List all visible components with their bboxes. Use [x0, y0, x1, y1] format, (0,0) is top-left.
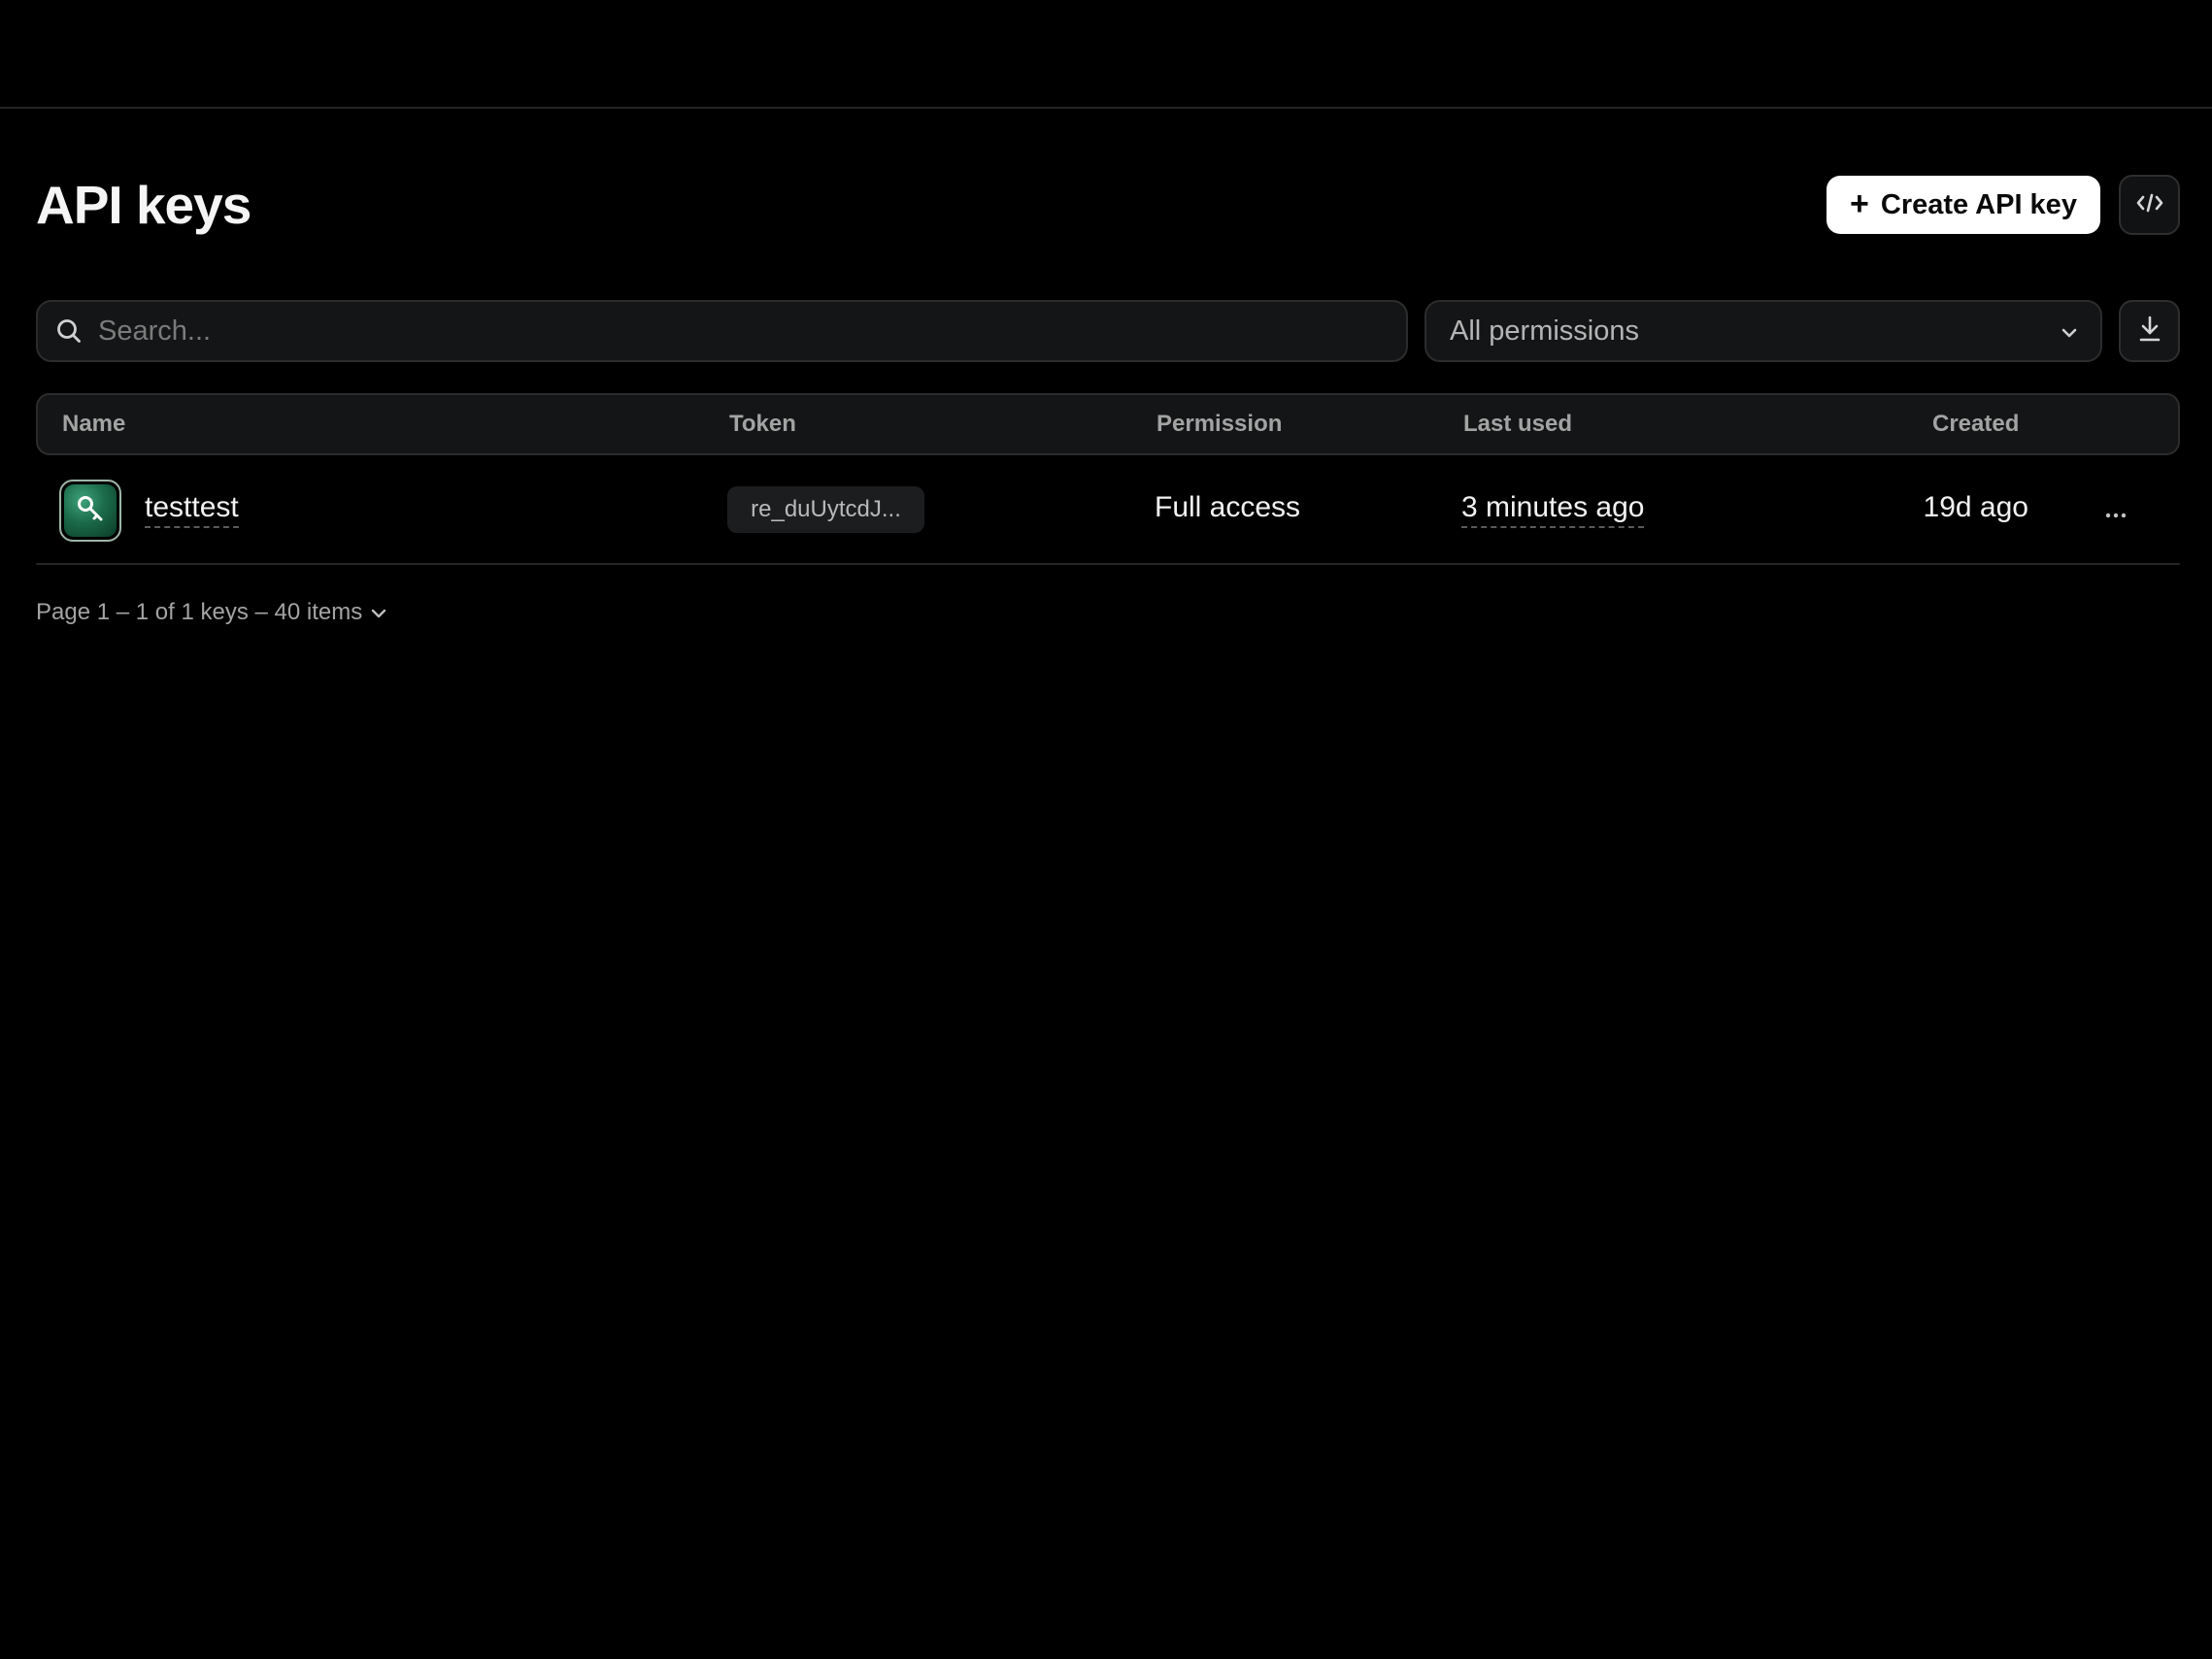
permission-cell: Full access: [1155, 491, 1301, 523]
plus-icon: +: [1850, 184, 1869, 222]
key-icon: [74, 492, 107, 530]
code-button[interactable]: [2119, 175, 2180, 235]
create-api-key-button[interactable]: + Create API key: [1827, 176, 2100, 234]
chevron-down-icon: [370, 599, 387, 626]
column-header-name: Name: [62, 411, 126, 437]
column-header-token: Token: [729, 411, 796, 437]
create-api-key-label: Create API key: [1880, 188, 2077, 220]
search-input[interactable]: [98, 303, 1406, 359]
chevron-down-icon: [2060, 315, 2079, 348]
filters-bar: All permissions: [36, 300, 2180, 362]
column-header-permission: Permission: [1156, 411, 1283, 437]
download-button[interactable]: [2119, 300, 2180, 362]
permissions-select[interactable]: All permissions: [1424, 300, 2102, 362]
column-header-last-used: Last used: [1463, 411, 1573, 437]
column-header-created: Created: [1932, 411, 2020, 437]
pagination-summary: Page 1 – 1 of 1 keys – 40 items: [36, 599, 363, 625]
permissions-select-value: All permissions: [1450, 315, 1639, 347]
code-icon: [2135, 191, 2164, 219]
search-icon: [40, 302, 98, 360]
last-used-cell[interactable]: 3 minutes ago: [1461, 489, 1645, 528]
token-chip[interactable]: re_duUytcdJ...: [727, 486, 924, 533]
top-bar: [0, 0, 2212, 109]
table-header: Name Token Permission Last used Created: [36, 393, 2180, 455]
page-header: API keys + Create API key: [36, 175, 2180, 235]
key-name-link[interactable]: testtest: [145, 489, 239, 528]
download-icon: [2137, 315, 2162, 348]
table-row: testtest re_duUytcdJ... Full access 3 mi…: [36, 456, 2180, 565]
more-horizontal-icon: [2104, 495, 2128, 526]
row-actions-button[interactable]: [2093, 487, 2139, 534]
search-box: [36, 300, 1408, 362]
created-cell: 19d ago: [1923, 491, 2028, 523]
avatar: [59, 480, 121, 542]
pagination-control[interactable]: Page 1 – 1 of 1 keys – 40 items: [36, 595, 387, 630]
page-title: API keys: [36, 175, 251, 235]
